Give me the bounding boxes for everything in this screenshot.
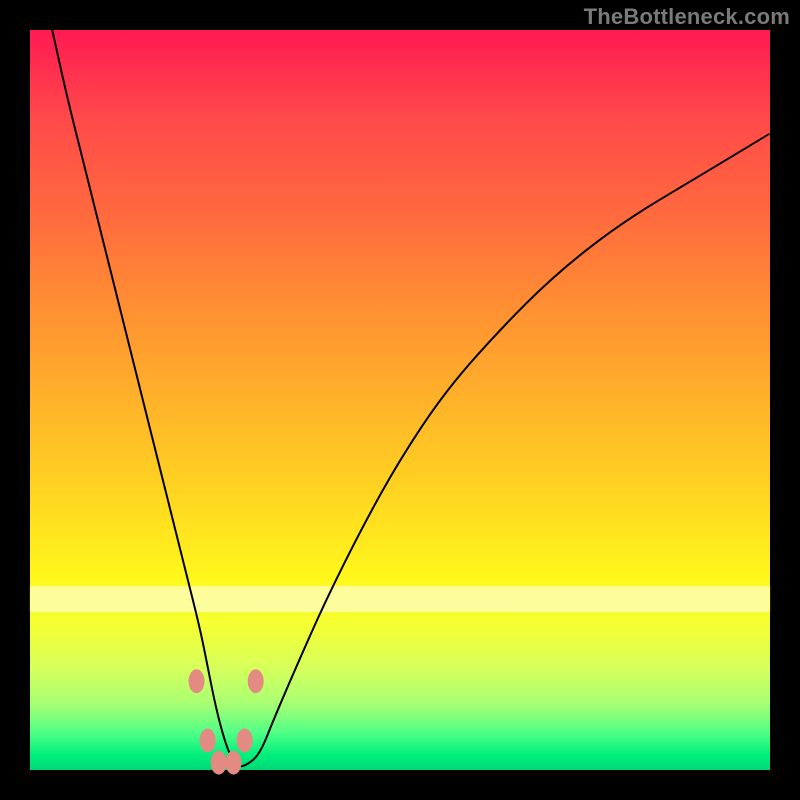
marker-point — [248, 669, 264, 693]
marker-point — [200, 728, 216, 752]
marker-point — [189, 669, 205, 693]
plot-area — [30, 30, 770, 770]
bottleneck-curve — [30, 30, 770, 770]
marker-point — [226, 751, 242, 775]
watermark-text: TheBottleneck.com — [584, 4, 790, 30]
curve-path — [52, 30, 770, 766]
marker-point — [237, 728, 253, 752]
marker-point — [211, 751, 227, 775]
marker-group — [189, 669, 264, 774]
chart-canvas: TheBottleneck.com — [0, 0, 800, 800]
